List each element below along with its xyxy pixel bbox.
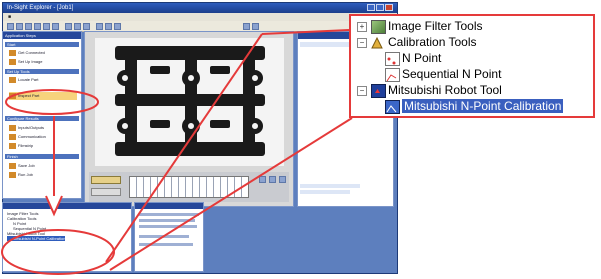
highlight-ellipse-inspect-part — [5, 89, 99, 115]
tree-item-mitsubishi-n-point-calibration[interactable]: Mitsubishi N-Point Calibration — [402, 99, 564, 113]
mitsubishi-robot-icon — [371, 84, 386, 98]
tree-item-image-filter-tools[interactable]: Image Filter Tools — [388, 19, 482, 33]
tree-item-mitsubishi-robot-tool[interactable]: Mitsubishi Robot Tool — [388, 83, 502, 97]
n-point-icon — [385, 52, 400, 66]
callout-line-bottom — [109, 117, 353, 271]
callout-line-top — [261, 29, 350, 35]
sequential-n-point-icon — [385, 68, 400, 82]
zoomed-tool-tree: + Image Filter Tools − Calibration Tools… — [349, 14, 595, 118]
callout-line-left — [105, 33, 263, 263]
collapse-icon[interactable]: − — [357, 86, 367, 96]
collapse-icon[interactable]: − — [357, 38, 367, 48]
tree-item-n-point[interactable]: N Point — [402, 51, 441, 65]
expand-icon[interactable]: + — [357, 22, 367, 32]
calibration-icon — [371, 36, 384, 49]
highlight-ellipse-tool-tree — [1, 229, 115, 275]
mitsubishi-n-point-icon — [385, 100, 400, 114]
tree-item-sequential-n-point[interactable]: Sequential N Point — [402, 67, 501, 81]
image-filter-icon — [371, 20, 386, 34]
tree-item-calibration-tools[interactable]: Calibration Tools — [388, 35, 477, 49]
arrow-down-head — [45, 195, 63, 217]
